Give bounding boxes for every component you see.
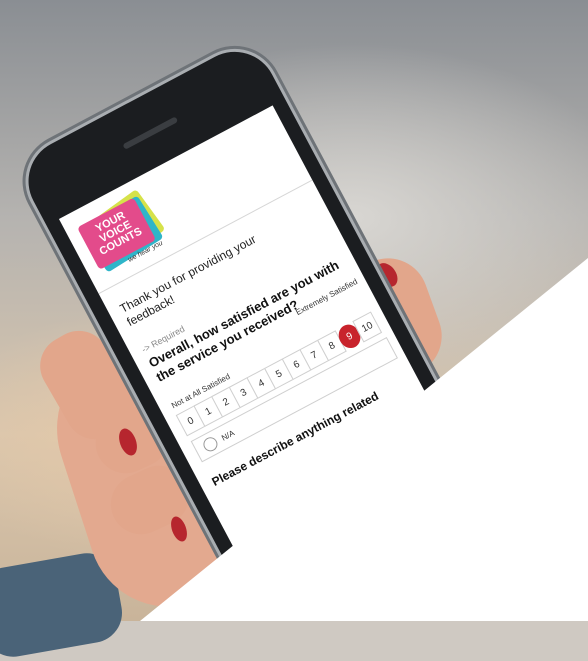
phone-speaker xyxy=(122,116,179,150)
radio-button[interactable] xyxy=(200,434,220,454)
your-voice-counts-logo: YOUR VOICE COUNTS we hear you xyxy=(74,186,173,279)
na-label: N/A xyxy=(219,427,236,443)
